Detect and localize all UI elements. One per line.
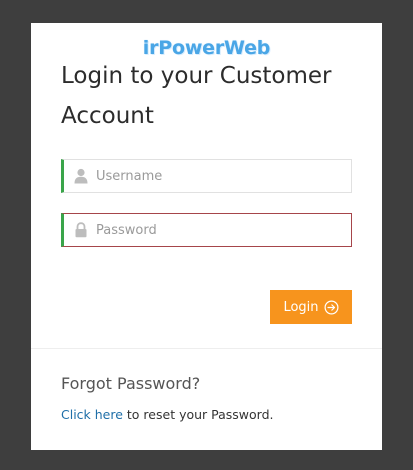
- user-icon: [74, 168, 88, 184]
- reset-password-link[interactable]: Click here: [61, 407, 123, 422]
- reset-password-trailing: to reset your Password.: [122, 407, 274, 422]
- username-input[interactable]: [96, 160, 346, 192]
- login-button-label: Login: [283, 299, 319, 315]
- password-input[interactable]: [96, 214, 346, 246]
- login-button[interactable]: Login: [270, 290, 352, 324]
- reset-password-text: Click here to reset your Password.: [61, 407, 274, 422]
- forgot-password-heading: Forgot Password?: [61, 374, 201, 393]
- section-divider: [31, 348, 382, 349]
- password-field[interactable]: [61, 213, 352, 247]
- login-card: irPowerWeb Login to your Customer Accoun…: [31, 23, 382, 450]
- arrow-circle-right-icon: [324, 300, 339, 314]
- lock-icon: [75, 222, 87, 238]
- page-title: Login to your Customer Account: [61, 63, 332, 129]
- username-field[interactable]: [61, 159, 352, 193]
